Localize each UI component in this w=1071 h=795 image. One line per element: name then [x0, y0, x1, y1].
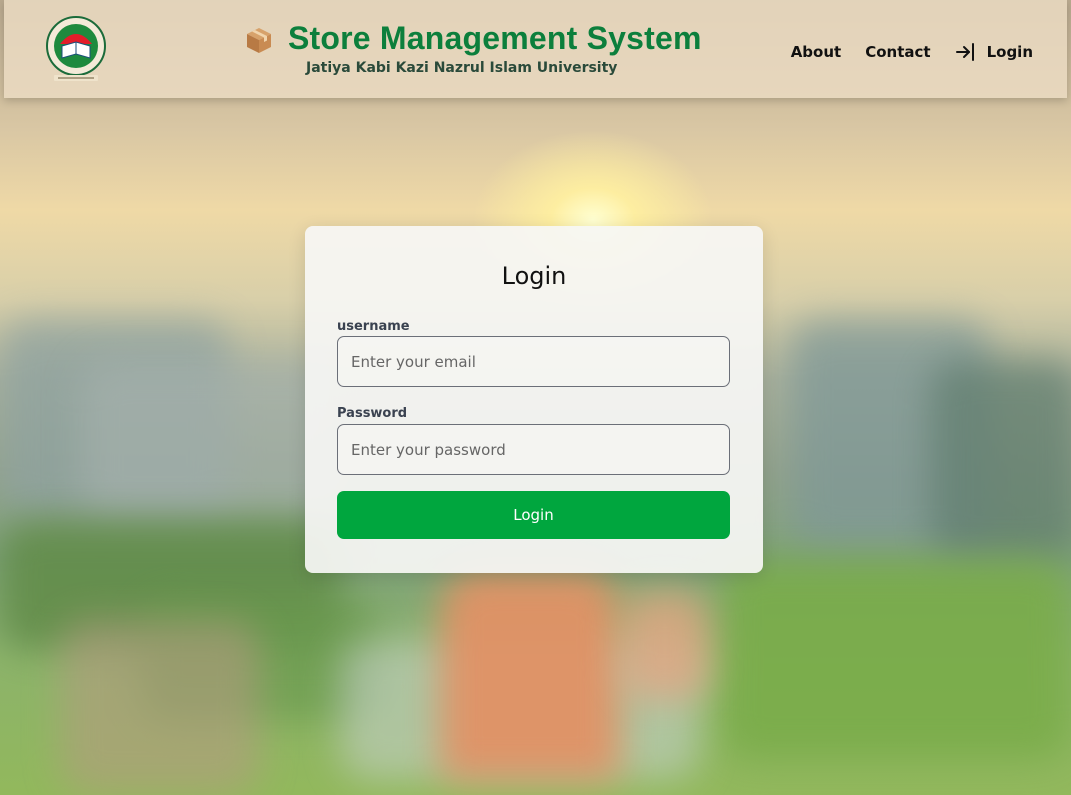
- main-nav: About Contact Login: [791, 40, 1033, 64]
- nav-about-label: About: [790, 43, 842, 61]
- sign-in-arrow-icon: [955, 42, 977, 62]
- login-card: Login username Password Login: [305, 226, 763, 573]
- nav-contact-link[interactable]: Contact: [865, 43, 930, 61]
- username-input[interactable]: [337, 336, 730, 387]
- nav-contact-label: Contact: [865, 43, 931, 61]
- university-name: Jatiya Kabi Kazi Nazrul Islam University: [306, 60, 618, 76]
- app-title: Store Management System: [288, 20, 702, 56]
- top-header: Store Management System Jatiya Kabi Kazi…: [4, 0, 1067, 98]
- nav-about-link[interactable]: About: [791, 43, 842, 61]
- password-input[interactable]: [337, 424, 730, 475]
- package-box-icon: [243, 24, 275, 56]
- nav-login-label: Login: [986, 43, 1033, 61]
- login-title: Login: [501, 262, 567, 290]
- username-label: username: [337, 319, 410, 334]
- password-label: Password: [337, 406, 408, 421]
- nav-login-link[interactable]: Login: [955, 42, 1033, 62]
- login-submit-button[interactable]: Login: [337, 491, 730, 539]
- university-logo-icon: [40, 16, 112, 84]
